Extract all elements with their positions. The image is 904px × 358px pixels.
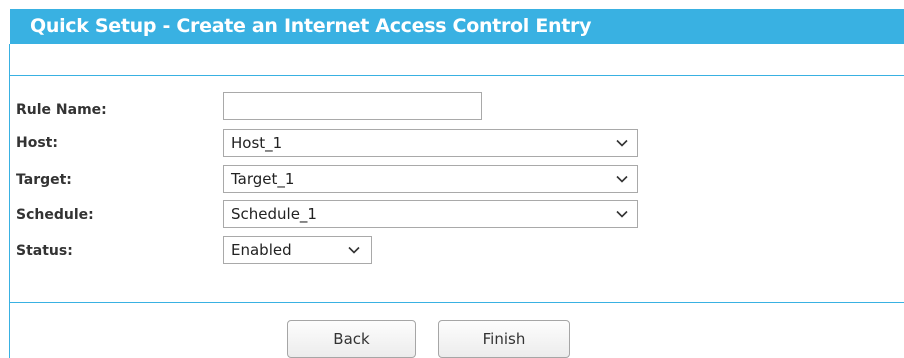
host-select[interactable]: Host_1 [223, 129, 638, 157]
panel-left-border [9, 44, 10, 358]
target-select[interactable]: Target_1 [223, 165, 638, 193]
status-select-value: Enabled [231, 241, 292, 259]
bottom-divider [10, 302, 904, 303]
schedule-label: Schedule: [16, 207, 94, 223]
target-select-value: Target_1 [231, 170, 295, 188]
back-button[interactable]: Back [287, 320, 416, 358]
page-title: Quick Setup - Create an Internet Access … [30, 15, 592, 37]
chevron-down-icon [616, 175, 628, 183]
finish-button[interactable]: Finish [438, 320, 570, 358]
status-select[interactable]: Enabled [223, 236, 372, 264]
host-label: Host: [16, 135, 58, 151]
schedule-select[interactable]: Schedule_1 [223, 200, 638, 228]
rule-name-label: Rule Name: [16, 102, 107, 118]
page-header: Quick Setup - Create an Internet Access … [10, 9, 904, 44]
top-divider [10, 75, 904, 76]
schedule-select-value: Schedule_1 [231, 205, 317, 223]
status-label: Status: [16, 243, 73, 259]
host-select-value: Host_1 [231, 134, 283, 152]
chevron-down-icon [348, 246, 360, 254]
target-label: Target: [16, 172, 72, 188]
chevron-down-icon [616, 210, 628, 218]
chevron-down-icon [616, 139, 628, 147]
quick-setup-page: Quick Setup - Create an Internet Access … [0, 0, 904, 358]
rule-name-input[interactable] [223, 92, 482, 120]
